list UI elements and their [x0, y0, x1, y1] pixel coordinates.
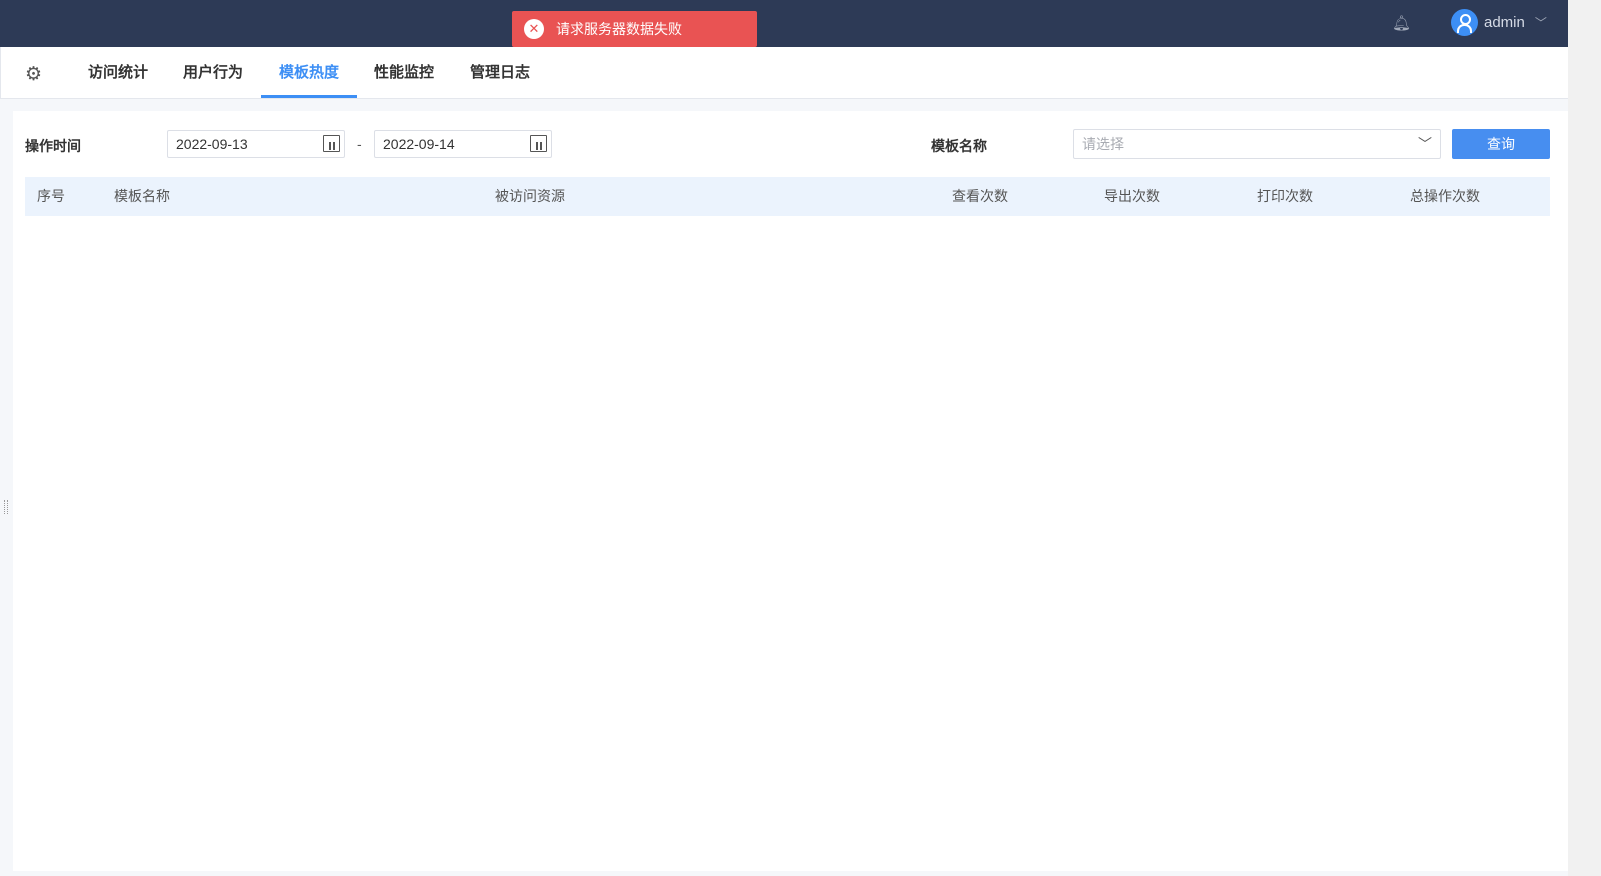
template-label: 模板名称: [931, 138, 987, 154]
chevron-down-icon: ﹀: [1534, 16, 1547, 30]
tab-template-heat[interactable]: 模板热度: [261, 47, 357, 98]
tab-admin-log[interactable]: 管理日志: [470, 47, 530, 98]
template-select[interactable]: 请选择 ﹀: [1073, 129, 1441, 159]
time-label: 操作时间: [25, 138, 81, 154]
table-header: 序号 模板名称 被访问资源 查看次数 导出次数 打印次数 总操作次数: [25, 177, 1550, 216]
tab-user-behavior[interactable]: 用户行为: [183, 47, 243, 98]
select-placeholder: 请选择: [1082, 136, 1124, 152]
user-menu[interactable]: admin ﹀: [1451, 9, 1547, 36]
date-separator: -: [357, 136, 362, 152]
bell-icon[interactable]: 🔔︎: [1392, 14, 1411, 32]
username: admin: [1484, 14, 1525, 31]
error-icon: ✕: [524, 19, 544, 39]
start-date-input[interactable]: 2022-09-13: [167, 130, 345, 158]
main-panel: 操作时间 2022-09-13 - 2022-09-14 模板名称 请选择 ﹀ …: [13, 111, 1568, 871]
tab-bar: ⚙ 访问统计 用户行为 模板热度 性能监控 管理日志: [0, 47, 1568, 99]
column-header: 总操作次数: [1410, 188, 1480, 204]
start-date-value: 2022-09-13: [176, 136, 248, 152]
column-header: 打印次数: [1257, 188, 1313, 204]
tab-performance[interactable]: 性能监控: [374, 47, 434, 98]
column-header: 被访问资源: [495, 188, 565, 204]
chevron-down-icon: ﹀: [1418, 136, 1432, 152]
end-date-value: 2022-09-14: [383, 136, 455, 152]
column-header: 序号: [37, 188, 65, 204]
calendar-icon[interactable]: [323, 135, 340, 152]
gear-icon[interactable]: ⚙: [25, 63, 42, 86]
query-button[interactable]: 查询: [1452, 129, 1550, 159]
calendar-icon[interactable]: [530, 135, 547, 152]
column-header: 导出次数: [1104, 188, 1160, 204]
tab-visit-stats[interactable]: 访问统计: [88, 47, 148, 98]
avatar: [1451, 9, 1478, 36]
column-header: 查看次数: [952, 188, 1008, 204]
top-bar: [0, 0, 1568, 47]
scrollbar[interactable]: [1568, 0, 1601, 876]
end-date-input[interactable]: 2022-09-14: [374, 130, 552, 158]
column-header: 模板名称: [114, 188, 170, 204]
error-toast: ✕ 请求服务器数据失败: [512, 11, 757, 47]
toast-message: 请求服务器数据失败: [556, 21, 682, 37]
resize-handle[interactable]: [4, 500, 8, 514]
